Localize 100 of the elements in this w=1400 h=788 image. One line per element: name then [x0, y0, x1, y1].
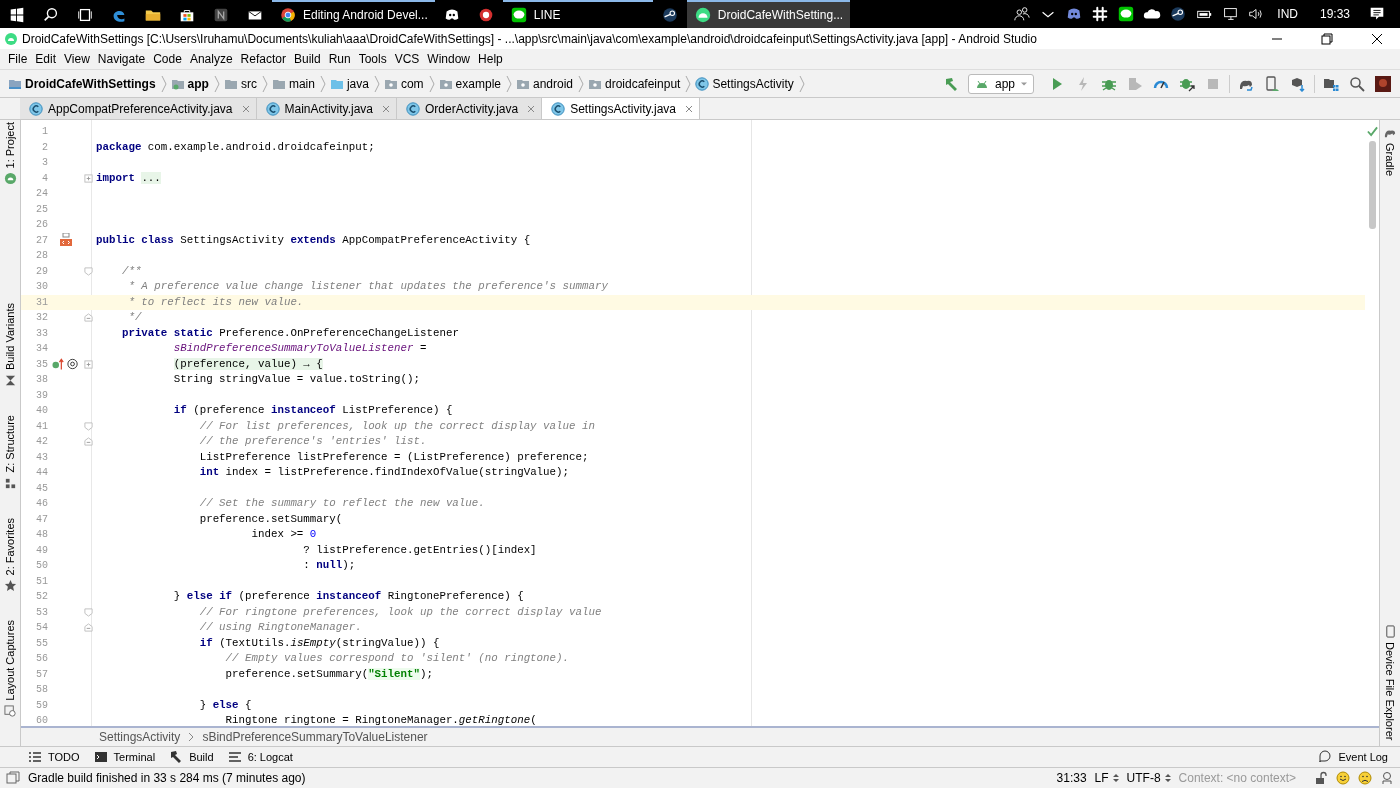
android-head-icon[interactable] [3, 172, 17, 186]
package-download-icon[interactable] [1290, 75, 1306, 92]
tool-window-tab[interactable]: Z: Structure [4, 415, 16, 473]
tool-window-tab[interactable]: Layout Captures [4, 620, 16, 701]
hash-app-icon[interactable] [1091, 5, 1110, 23]
editor-tab[interactable]: AppCompatPreferenceActivity.java [20, 98, 257, 119]
breadcrumb-item[interactable]: SettingsActivity [712, 76, 794, 91]
menu-item[interactable]: Build [289, 52, 325, 66]
code-line: int index = listPreference.findIndexOfValue(stringValue); [198, 465, 569, 481]
tool-window-tab[interactable]: Build Variants [4, 303, 16, 371]
breadcrumb-item[interactable]: java [346, 76, 369, 91]
close-icon[interactable] [685, 104, 693, 113]
star-icon[interactable] [3, 579, 17, 593]
status-message[interactable]: Gradle build finished in 33 s 284 ms (7 minutes ago) [28, 771, 306, 785]
chevron-right-icon [188, 732, 195, 742]
menu-item[interactable]: Tools [354, 52, 391, 66]
taskbar-button[interactable]: DroidCafeWithSetting... [686, 0, 851, 28]
close-icon[interactable] [241, 104, 250, 113]
search-icon[interactable] [1349, 75, 1365, 92]
editor-tab[interactable]: MainActivity.java [256, 98, 397, 119]
blocks-icon[interactable] [3, 476, 17, 490]
scrollbar-thumb[interactable] [1368, 141, 1376, 229]
inspector-icon[interactable] [1380, 771, 1394, 785]
hourglass-icon[interactable] [3, 374, 17, 388]
code-line: if (TextUtils.isEmpty(stringValue)) { [198, 635, 440, 651]
breadcrumb-item[interactable]: droidcafeinput [605, 76, 681, 91]
phone-icon[interactable] [1383, 624, 1397, 638]
close-icon[interactable] [382, 104, 390, 113]
smile-icon[interactable] [1336, 771, 1350, 785]
code-line: : null); [302, 558, 356, 574]
tool-window-button[interactable]: TODO [28, 750, 80, 764]
fold-start-icon[interactable] [84, 421, 93, 431]
tool-window-tab[interactable]: Device File Explorer [1384, 641, 1396, 740]
line-number: 42 [35, 436, 48, 448]
up-down-arrows-icon[interactable] [1112, 773, 1119, 783]
line-number: 27 [35, 234, 48, 246]
editor-tab[interactable]: OrderActivity.java [397, 98, 543, 119]
implemented-marker-icon[interactable] [58, 233, 74, 248]
breadcrumb-item[interactable]: android [532, 76, 573, 91]
windows-toggle-icon[interactable] [6, 771, 20, 785]
breadcrumb-item[interactable]: DroidCafeWithSettings [25, 76, 156, 91]
line-number: 38 [35, 374, 48, 386]
breadcrumb-item[interactable]: example [455, 76, 501, 91]
breadcrumb-item[interactable]: SettingsActivity [99, 730, 181, 744]
layout-search-icon[interactable] [3, 705, 17, 718]
tool-window-tab[interactable]: 2: Favorites [4, 517, 16, 576]
menu-item[interactable]: Analyze [185, 52, 237, 66]
caret-position[interactable]: 31:33 [1056, 771, 1087, 785]
tool-window-button[interactable]: Build [169, 750, 214, 764]
run-configuration-dropdown[interactable]: app [968, 73, 1034, 94]
line-separator[interactable]: LF [1094, 771, 1109, 785]
menu-item[interactable]: View [60, 52, 94, 66]
file-encoding[interactable]: UTF-8 [1126, 771, 1161, 785]
list-icon [28, 750, 42, 764]
code-line: ? listPreference.getEntries()[index] [302, 542, 537, 558]
fold-start-icon[interactable] [84, 607, 93, 617]
line-number: 25 [35, 203, 48, 215]
chevron-right-icon [428, 74, 435, 93]
avatar-icon[interactable] [1375, 75, 1391, 92]
menu-item[interactable]: Edit [31, 52, 61, 66]
menu-item[interactable]: VCS [390, 52, 424, 66]
menu-item[interactable]: Code [149, 52, 186, 66]
chat-bubble-icon[interactable] [1117, 5, 1136, 23]
fold-start-icon[interactable] [84, 266, 93, 276]
tool-window-tab[interactable]: Gradle [1384, 143, 1396, 177]
menu-item[interactable]: Navigate [93, 52, 150, 66]
menu-item[interactable]: Window [423, 52, 475, 66]
window-title: DroidCafeWithSettings [C:\Users\Iruhamu\Documents\kuliah\aaa\DroidCafeWithSettings] - ...\app\src\main\java\com\example\android\droidcafeinput\SettingsActivity.java [app] - Android Studio [22, 31, 1037, 46]
breadcrumb-item[interactable]: sBindPreferenceSummaryToValueListener [202, 730, 428, 744]
tool-window-tab[interactable]: 1: Project [4, 122, 16, 169]
tool-window-button[interactable]: Terminal [93, 750, 156, 764]
menu-item[interactable]: Help [474, 52, 507, 66]
network-icon[interactable] [1221, 5, 1240, 23]
breadcrumb-item[interactable]: src [240, 76, 257, 91]
close-icon[interactable] [527, 104, 536, 113]
menu-item[interactable]: Refactor [236, 52, 290, 66]
line-number: 52 [35, 591, 48, 603]
event-log-button[interactable]: Event Log [1318, 750, 1388, 764]
steam-app-icon[interactable] [1169, 5, 1188, 23]
clock[interactable]: 19:33 [1305, 7, 1364, 21]
menu-item[interactable]: Run [324, 52, 355, 66]
input-language[interactable]: IND [1269, 7, 1306, 21]
menu-item[interactable]: File [4, 52, 32, 66]
breadcrumb-item[interactable]: com [400, 76, 424, 91]
chevron-right-icon [319, 74, 326, 93]
lines-icon [227, 750, 242, 764]
frown-icon[interactable] [1358, 771, 1372, 785]
override-marker-icon[interactable] [52, 357, 80, 372]
breadcrumb-item[interactable]: main [288, 76, 315, 91]
class-icon [551, 101, 566, 116]
checkmark-icon [1366, 126, 1378, 137]
people-icon[interactable] [1013, 5, 1032, 23]
breadcrumb-item[interactable]: app [187, 76, 209, 91]
unlock-icon[interactable] [1314, 771, 1328, 785]
class-icon [695, 76, 710, 91]
tool-window-button[interactable]: 6: Logcat [227, 750, 293, 764]
device-icon[interactable] [1264, 75, 1280, 92]
editor-tab[interactable]: SettingsActivity.java [542, 98, 700, 119]
up-down-arrows-icon[interactable] [1164, 773, 1171, 783]
chevron-right-icon [505, 74, 512, 93]
